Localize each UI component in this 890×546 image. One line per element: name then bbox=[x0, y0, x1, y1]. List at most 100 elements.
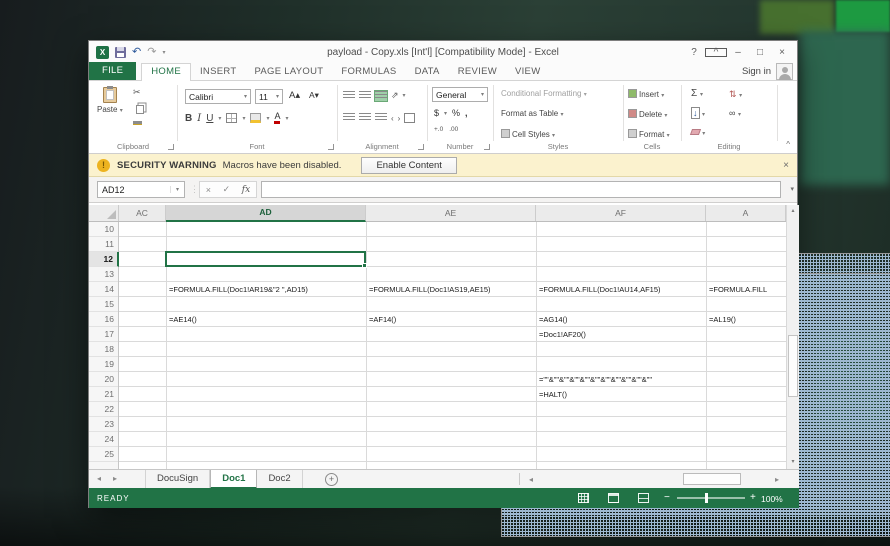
align-middle-button[interactable] bbox=[359, 91, 371, 101]
cell-AF14[interactable]: =FORMULA.FILL(Doc1!AU14,AF15) bbox=[539, 285, 661, 294]
scroll-up-icon[interactable]: ▴ bbox=[787, 205, 799, 218]
merge-center-icon[interactable] bbox=[404, 113, 415, 123]
align-left-button[interactable] bbox=[343, 113, 355, 123]
dialog-launcher-icon[interactable] bbox=[328, 144, 334, 150]
format-cells-button[interactable]: Format ▾ bbox=[628, 129, 670, 139]
row-header-14[interactable]: 14 bbox=[89, 282, 118, 297]
format-painter-icon[interactable] bbox=[133, 121, 142, 125]
tab-insert[interactable]: INSERT bbox=[191, 64, 245, 80]
excel-logo-icon[interactable]: X bbox=[96, 46, 109, 59]
row-header-13[interactable]: 13 bbox=[89, 267, 118, 282]
increase-indent-icon[interactable]: › bbox=[398, 114, 401, 123]
format-as-table-button[interactable]: Format as Table ▾ bbox=[501, 109, 563, 118]
insert-function-icon[interactable]: fx bbox=[242, 185, 250, 195]
cell-AE14[interactable]: =FORMULA.FILL(Doc1!AS19,AE15) bbox=[369, 285, 491, 294]
tab-page-layout[interactable]: PAGE LAYOUT bbox=[245, 64, 332, 80]
cell-AF20[interactable]: =""&""&""&""&""&""&""&""&""&""&"" bbox=[539, 375, 652, 384]
cell-AE16[interactable]: =AF14() bbox=[369, 315, 396, 324]
tab-review[interactable]: REVIEW bbox=[449, 64, 506, 80]
zoom-slider-thumb[interactable] bbox=[705, 493, 708, 503]
shrink-font-button[interactable]: A▾ bbox=[309, 90, 319, 101]
select-all-corner[interactable] bbox=[89, 205, 119, 221]
help-button[interactable]: ? bbox=[683, 47, 705, 58]
horizontal-scroll-thumb[interactable] bbox=[683, 473, 741, 485]
vertical-scroll-thumb[interactable] bbox=[788, 335, 798, 397]
zoom-in-icon[interactable]: + bbox=[750, 492, 756, 503]
cut-icon[interactable]: ✂ bbox=[133, 87, 141, 98]
close-warning-icon[interactable]: × bbox=[783, 160, 789, 171]
tab-home[interactable]: HOME bbox=[141, 63, 191, 81]
font-color-icon[interactable]: A bbox=[274, 112, 280, 124]
tab-formulas[interactable]: FORMULAS bbox=[332, 64, 405, 80]
column-header-AD[interactable]: AD bbox=[166, 205, 366, 222]
cell-AD14[interactable]: =FORMULA.FILL(Doc1!AR19&"2 ",AD15) bbox=[169, 285, 308, 294]
collapse-ribbon-icon[interactable]: ^ bbox=[786, 140, 790, 149]
scroll-down-icon[interactable]: ▾ bbox=[787, 456, 799, 469]
column-header-AE[interactable]: AE bbox=[366, 205, 536, 221]
scroll-right-icon[interactable]: ▸ bbox=[775, 475, 779, 484]
row-header-18[interactable]: 18 bbox=[89, 342, 118, 357]
minimize-button[interactable]: – bbox=[727, 47, 749, 58]
row-header-15[interactable]: 15 bbox=[89, 297, 118, 312]
maximize-button[interactable]: □ bbox=[749, 47, 771, 58]
cells-area[interactable]: =FORMULA.FILL(Doc1!AR19&"2 ",AD15) =FORMU… bbox=[119, 222, 786, 469]
cell-AF16[interactable]: =AG14() bbox=[539, 315, 568, 324]
cell-AF21[interactable]: =HALT() bbox=[539, 390, 567, 399]
align-top-button[interactable] bbox=[343, 91, 355, 101]
clear-button[interactable]: ▾ bbox=[691, 128, 705, 137]
previous-sheet-icon[interactable]: ◂ bbox=[97, 474, 101, 483]
next-sheet-icon[interactable]: ▸ bbox=[113, 474, 117, 483]
orientation-icon[interactable]: ⇗ bbox=[391, 90, 399, 101]
cell-AG14[interactable]: =FORMULA.FILL bbox=[709, 285, 767, 294]
column-header-A[interactable]: A bbox=[706, 205, 786, 221]
row-header-23[interactable]: 23 bbox=[89, 417, 118, 432]
italic-button[interactable]: I bbox=[197, 113, 201, 124]
font-name-select[interactable]: Calibri▾ bbox=[185, 89, 251, 104]
sheet-tab-docusign[interactable]: DocuSign bbox=[145, 470, 210, 489]
autosum-button[interactable]: Σ ▾ bbox=[691, 88, 703, 99]
row-header-17[interactable]: 17 bbox=[89, 327, 118, 342]
align-right-button[interactable] bbox=[375, 113, 387, 123]
row-header-12[interactable]: 12 bbox=[89, 252, 119, 267]
currency-format-button[interactable]: $ bbox=[434, 108, 439, 118]
enter-icon[interactable]: ✓ bbox=[223, 184, 231, 195]
insert-cells-button[interactable]: Insert ▾ bbox=[628, 89, 664, 99]
enable-content-button[interactable]: Enable Content bbox=[361, 157, 457, 174]
row-header-16[interactable]: 16 bbox=[89, 312, 118, 327]
zoom-level[interactable]: 100% bbox=[761, 494, 783, 504]
row-header-21[interactable]: 21 bbox=[89, 387, 118, 402]
font-size-select[interactable]: 11▾ bbox=[255, 89, 283, 104]
sheet-tab-doc2[interactable]: Doc2 bbox=[257, 470, 302, 489]
fill-color-icon[interactable] bbox=[250, 113, 261, 123]
fill-button[interactable]: ↓ ▾ bbox=[691, 108, 705, 118]
redo-icon[interactable]: ↷ bbox=[147, 47, 156, 58]
row-header-20[interactable]: 20 bbox=[89, 372, 118, 387]
row-header-10[interactable]: 10 bbox=[89, 222, 118, 237]
underline-button[interactable]: U bbox=[206, 113, 213, 124]
cell-AF17[interactable]: =Doc1!AF20() bbox=[539, 330, 586, 339]
number-format-select[interactable]: General▾ bbox=[432, 87, 488, 102]
percent-format-button[interactable]: % bbox=[452, 108, 460, 118]
row-header-24[interactable]: 24 bbox=[89, 432, 118, 447]
vertical-scrollbar[interactable]: ▴ ▾ bbox=[786, 205, 799, 469]
normal-view-icon[interactable] bbox=[578, 493, 589, 503]
ribbon-display-options-button[interactable]: ^ bbox=[705, 47, 727, 58]
tab-file[interactable]: FILE bbox=[89, 62, 136, 80]
sheet-tab-doc1[interactable]: Doc1 bbox=[210, 470, 257, 489]
row-header-19[interactable]: 19 bbox=[89, 357, 118, 372]
paste-button[interactable]: Paste ▾ bbox=[97, 87, 123, 114]
fill-handle[interactable] bbox=[362, 263, 367, 268]
row-header-22[interactable]: 22 bbox=[89, 402, 118, 417]
cancel-icon[interactable]: × bbox=[206, 185, 211, 195]
decrease-indent-icon[interactable]: ‹ bbox=[391, 114, 394, 123]
cell-styles-button[interactable]: Cell Styles ▾ bbox=[501, 129, 555, 139]
tab-data[interactable]: DATA bbox=[406, 64, 449, 80]
comma-format-button[interactable]: , bbox=[465, 108, 468, 118]
borders-icon[interactable] bbox=[226, 113, 237, 123]
selected-cell-AD12[interactable] bbox=[165, 251, 366, 267]
save-icon[interactable] bbox=[115, 47, 126, 58]
formula-input[interactable] bbox=[261, 181, 781, 198]
page-break-view-icon[interactable] bbox=[638, 493, 649, 503]
zoom-slider-track[interactable] bbox=[677, 497, 745, 499]
close-button[interactable]: × bbox=[771, 47, 793, 58]
